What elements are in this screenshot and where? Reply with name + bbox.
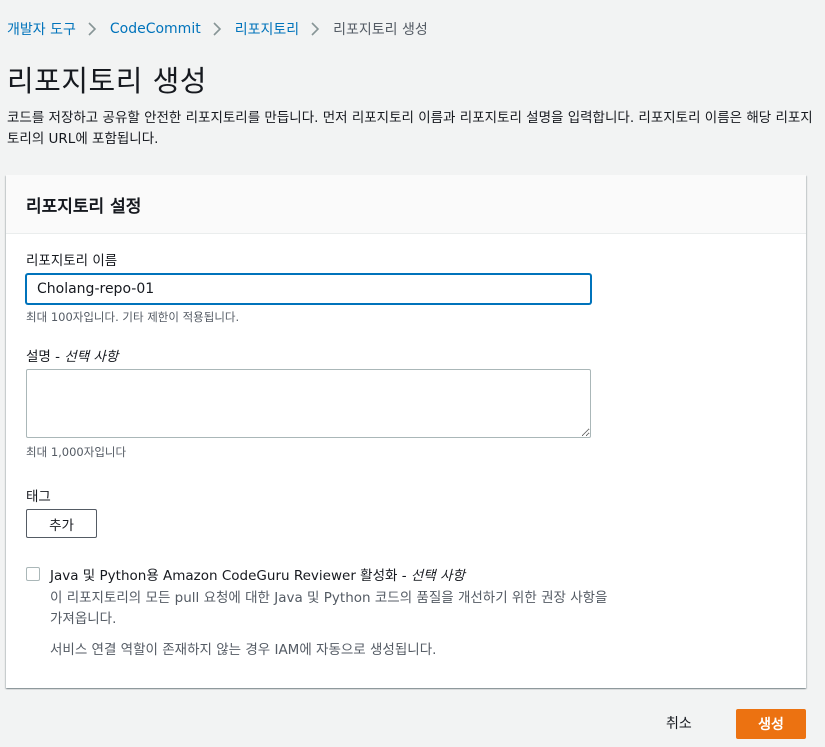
breadcrumb-developer-tools[interactable]: 개발자 도구 [7,19,76,39]
page-title: 리포지토리 생성 [7,64,207,98]
repository-name-hint: 최대 100자입니다. 기타 제한이 적용됩니다. [26,310,240,324]
repository-settings-panel: 리포지토리 설정 리포지토리 이름 최대 100자입니다. 기타 제한이 적용됩… [6,175,806,688]
panel-title: 리포지토리 설정 [26,197,142,217]
description-hint: 최대 1,000자입니다 [26,445,127,459]
breadcrumb-repositories[interactable]: 리포지토리 [235,19,299,39]
codeguru-label[interactable]: Java 및 Python용 Amazon CodeGuru Reviewer … [50,564,465,584]
create-repository-button[interactable]: 생성 [736,709,806,739]
repository-name-label: 리포지토리 이름 [26,253,118,269]
description-textarea[interactable] [26,369,591,438]
description-label: 설명 - 선택 사항 [26,345,118,365]
cancel-button[interactable]: 취소 [666,713,692,733]
codeguru-label-text: Java 및 Python용 Amazon CodeGuru Reviewer … [50,568,411,584]
chevron-right-icon [207,19,229,39]
page-description: 코드를 저장하고 공유할 안전한 리포지토리를 만듭니다. 먼저 리포지토리 이… [7,110,813,147]
repository-name-input[interactable] [26,274,591,304]
breadcrumb-current: 리포지토리 생성 [333,22,428,38]
codeguru-optional: 선택 사항 [410,568,465,584]
description-label-text: 설명 - [26,349,65,365]
breadcrumb: 개발자 도구 CodeCommit 리포지토리 리포지토리 생성 [7,19,428,39]
breadcrumb-codecommit[interactable]: CodeCommit [110,21,201,37]
chevron-right-icon [305,19,327,39]
panel-header: 리포지토리 설정 [6,175,806,234]
tags-label: 태그 [26,489,51,505]
codeguru-iam-note: 서비스 연결 역할이 존재하지 않는 경우 IAM에 자동으로 생성됩니다. [50,642,437,658]
chevron-right-icon [82,19,104,39]
description-optional: 선택 사항 [64,349,119,365]
codeguru-description: 이 리포지토리의 모든 pull 요청에 대한 Java 및 Python 코드… [50,590,608,627]
add-tag-button[interactable]: 추가 [26,509,97,538]
codeguru-checkbox[interactable] [26,567,40,581]
